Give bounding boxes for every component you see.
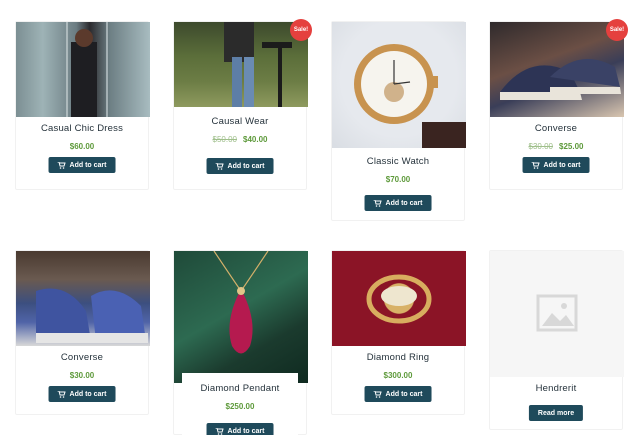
cart-icon <box>57 161 66 169</box>
button-label: Add to cart <box>69 390 107 398</box>
product-price: $70.00 <box>385 175 411 184</box>
product-price: $60.00 <box>69 142 95 151</box>
product-image[interactable] <box>16 251 150 346</box>
product-title[interactable]: Converse <box>498 123 614 134</box>
woman-photo <box>66 22 108 117</box>
product-title[interactable]: Causal Wear <box>182 116 298 127</box>
product-title[interactable]: Diamond Ring <box>340 352 456 363</box>
product-price: $300.00 <box>383 371 413 380</box>
product-card: Converse $30.00 Add to cart <box>15 250 150 415</box>
product-image[interactable] <box>490 22 624 117</box>
product-image[interactable] <box>174 251 308 383</box>
watch-photo <box>354 44 466 148</box>
product-card: Diamond Ring $300.00 Add to cart <box>331 250 466 415</box>
product-price: $30.00 $25.00 <box>528 142 584 151</box>
add-to-cart-button[interactable]: Add to cart <box>206 158 274 174</box>
old-price: $30.00 <box>528 142 553 151</box>
jeans-photo <box>224 22 292 107</box>
ring-photo <box>366 274 432 324</box>
old-price: $50.00 <box>212 135 237 144</box>
sneakers-photo <box>36 288 148 343</box>
product-price: $30.00 <box>69 371 95 380</box>
sale-badge: Sale! <box>290 19 312 41</box>
button-label: Add to cart <box>385 199 423 207</box>
product-title[interactable]: Diamond Pendant <box>182 383 298 394</box>
product-image[interactable] <box>332 251 466 346</box>
read-more-button[interactable]: Read more <box>528 405 584 421</box>
product-card: Casual Chic Dress $60.00 Add to cart <box>15 21 150 190</box>
product-price: $50.00 $40.00 <box>212 135 268 144</box>
pendant-photo <box>213 251 269 354</box>
button-label: Add to cart <box>385 390 423 398</box>
add-to-cart-button[interactable]: Add to cart <box>48 157 116 173</box>
add-to-cart-button[interactable]: Add to cart <box>364 386 432 402</box>
product-title[interactable]: Casual Chic Dress <box>24 123 140 134</box>
product-card: Classic Watch $70.00 Add to cart <box>331 21 466 221</box>
product-image[interactable] <box>490 251 624 377</box>
placeholder-image-icon <box>536 294 578 332</box>
button-label: Read more <box>537 409 575 417</box>
product-card: Sale! Causal Wear $50.00 $40.00 Add to ca… <box>173 19 312 190</box>
sale-badge: Sale! <box>606 19 628 41</box>
button-label: Add to cart <box>69 161 107 169</box>
add-to-cart-button[interactable]: Add to cart <box>48 386 116 402</box>
product-price: $250.00 <box>225 402 255 411</box>
add-to-cart-button[interactable]: Add to cart <box>364 195 432 211</box>
add-to-cart-button[interactable]: Add to cart <box>206 423 274 435</box>
product-image[interactable] <box>16 22 150 117</box>
cart-icon <box>57 390 66 398</box>
cart-icon <box>373 390 382 398</box>
cart-icon <box>373 199 382 207</box>
button-label: Add to cart <box>543 161 581 169</box>
product-card: Diamond Pendant $250.00 Add to cart <box>173 250 308 435</box>
product-card: Sale! Converse $30.00 $25.00 Add to cart <box>489 19 628 190</box>
button-label: Add to cart <box>227 427 265 435</box>
product-card: Hendrerit Read more <box>489 250 624 430</box>
product-image[interactable] <box>174 22 308 107</box>
sneakers-photo <box>500 59 621 100</box>
product-title[interactable]: Converse <box>24 352 140 363</box>
add-to-cart-button[interactable]: Add to cart <box>522 157 590 173</box>
cart-icon <box>215 427 224 435</box>
button-label: Add to cart <box>227 162 265 170</box>
product-title[interactable]: Classic Watch <box>340 156 456 167</box>
cart-icon <box>531 161 540 169</box>
cart-icon <box>215 162 224 170</box>
product-image[interactable] <box>332 22 466 148</box>
product-title[interactable]: Hendrerit <box>498 383 614 394</box>
